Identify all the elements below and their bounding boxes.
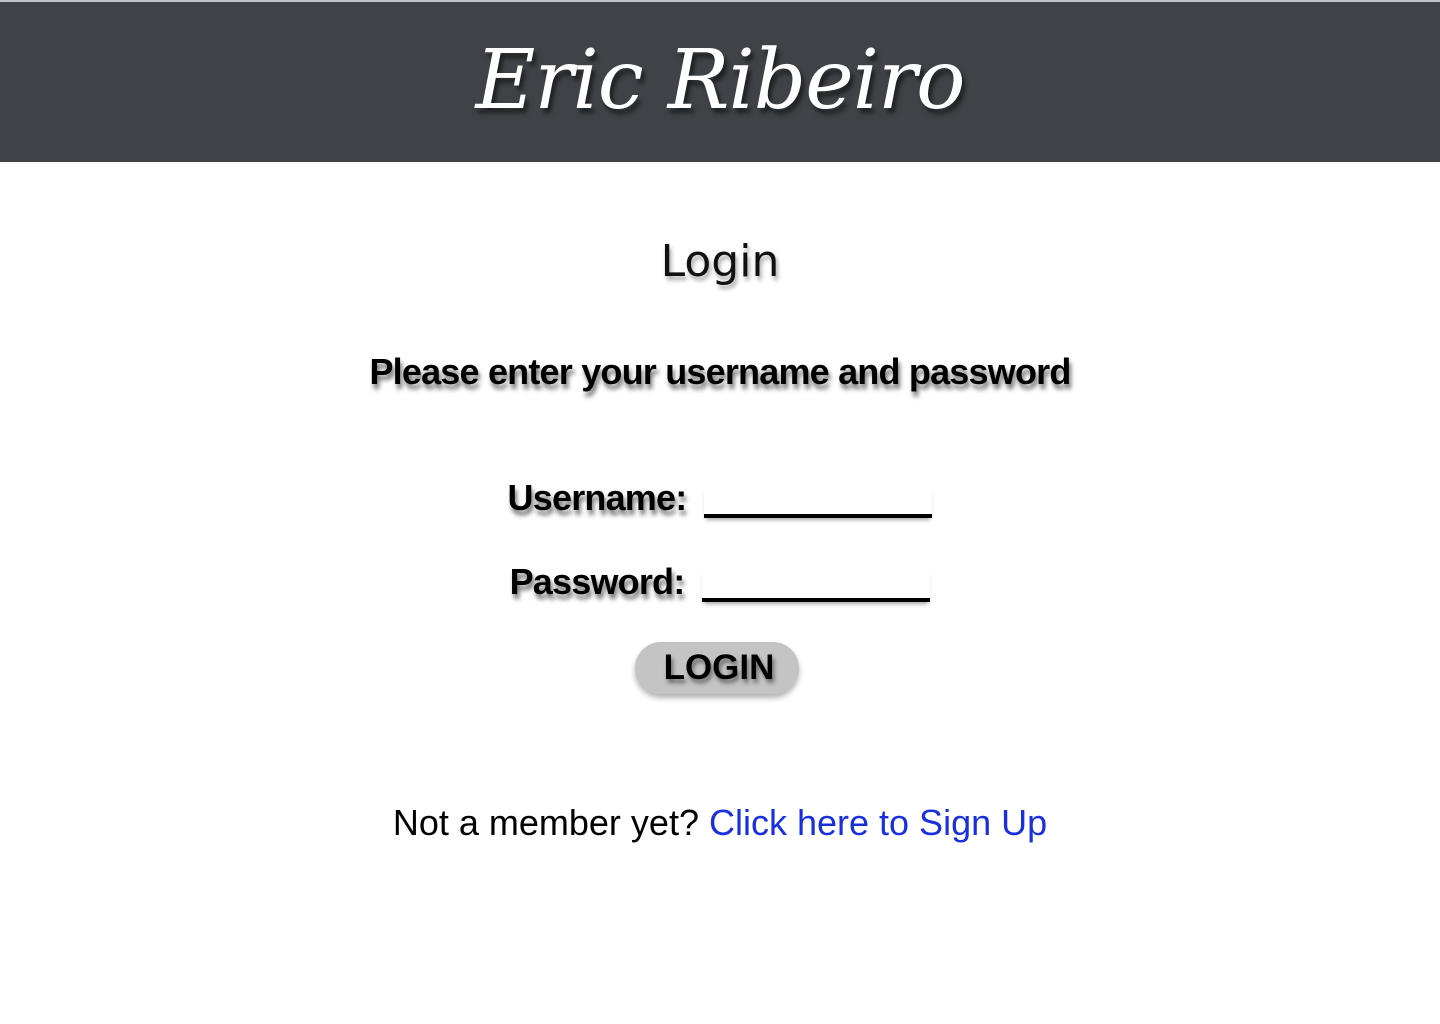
signup-prompt: Not a member yet? Click here to Sign Up: [0, 800, 1440, 846]
signup-prompt-text: Not a member yet?: [392, 802, 699, 843]
signup-link[interactable]: Click here to Sign Up: [709, 802, 1047, 843]
password-row: Password:: [0, 560, 1440, 604]
login-button[interactable]: LOGIN: [635, 642, 799, 694]
username-label: Username:: [507, 477, 688, 518]
site-header: Eric Ribeiro: [0, 0, 1440, 162]
page-title: Login: [660, 236, 780, 287]
password-label: Password:: [509, 561, 686, 602]
username-field[interactable]: [704, 484, 933, 518]
username-row: Username:: [0, 476, 1440, 520]
password-field[interactable]: [702, 568, 931, 602]
login-instructions: Please enter your username and password: [369, 351, 1071, 392]
site-title: Eric Ribeiro: [475, 33, 965, 128]
